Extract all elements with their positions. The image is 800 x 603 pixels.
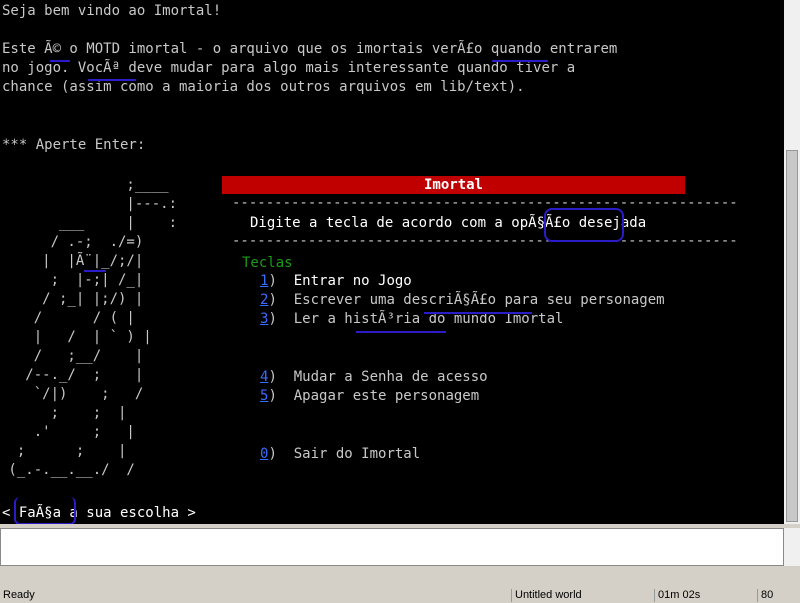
press-enter-line: *** Aperte Enter: xyxy=(2,137,146,153)
menu-label-1: Entrar no Jogo xyxy=(293,273,412,289)
motd-line-1: Este Ã© o MOTD imortal - o arquivo que o… xyxy=(2,41,618,57)
ascii-art-line: / .-; ./=) xyxy=(0,234,144,250)
ascii-art-line: | |Ã¨|_/;/| xyxy=(0,253,144,269)
scrollbar-thumb[interactable] xyxy=(786,150,798,522)
status-ready: Ready xyxy=(3,589,35,601)
ascii-art-line: ; ; | xyxy=(0,405,127,421)
ascii-art-line: `/|) ; / xyxy=(0,386,144,402)
ascii-art-line: / / ( | xyxy=(0,310,135,326)
welcome-line: Seja bem vindo ao Imortal! xyxy=(2,3,222,19)
menu-label-4: Mudar a Senha de acesso xyxy=(293,369,488,385)
menu-key-4[interactable]: 4 xyxy=(260,369,268,385)
menu-key-5[interactable]: 5 xyxy=(260,388,268,404)
status-time: 01m 02s xyxy=(654,589,756,602)
annotation-underline-voce xyxy=(88,79,136,81)
ascii-art-line: / ;__/ | xyxy=(0,348,144,364)
header-bar: Imortal xyxy=(222,176,685,194)
command-input[interactable] xyxy=(0,528,784,566)
ascii-art-line: ; ; | xyxy=(0,443,127,459)
annotation-underline-historia xyxy=(356,331,446,333)
annotation-underline-art xyxy=(84,270,106,272)
menu-key-2[interactable]: 2 xyxy=(260,292,268,308)
menu-key-3[interactable]: 3 xyxy=(260,311,268,327)
ascii-art-line: /--._/ ; | xyxy=(0,367,144,383)
motd-line-2: no jogo. VocÃª deve mudar para algo mais… xyxy=(2,60,576,76)
menu-key-0[interactable]: 0 xyxy=(260,446,268,462)
ascii-art-line: .' ; | xyxy=(0,424,135,440)
terminal-output: Seja bem vindo ao Imortal! Este Ã© o MOT… xyxy=(0,0,784,524)
input-scrollbar[interactable] xyxy=(784,528,800,566)
annotation-underline-verao xyxy=(492,60,548,62)
menu-label-2: Escrever uma descriÃ§Ã£o para seu person… xyxy=(293,292,665,308)
teclas-label: Teclas xyxy=(242,255,293,271)
divider-top: ----------------------------------------… xyxy=(232,196,738,210)
annotation-circle-faca xyxy=(14,497,76,524)
terminal-scrollbar[interactable] xyxy=(784,0,800,524)
motd-line-3: chance (assim como a maioria dos outros … xyxy=(2,79,525,95)
menu-item-2[interactable]: 2) Escrever uma descriÃ§Ã£o para seu per… xyxy=(260,291,665,310)
annotation-underline-descricao xyxy=(424,312,532,314)
annotation-circle-opcao xyxy=(544,208,624,242)
menu-label-0: Sair do Imortal xyxy=(293,446,421,462)
menu-label-5: Apagar este personagem xyxy=(293,388,480,404)
ascii-art-line: ; |-;| /_| xyxy=(0,272,144,288)
menu-item-0[interactable]: 0) Sair do Imortal xyxy=(260,445,420,464)
divider-bottom: ----------------------------------------… xyxy=(232,234,738,248)
ascii-art-line: ___ | : xyxy=(0,215,178,231)
ascii-art-line: / ;_| |;/) | xyxy=(0,291,144,307)
ascii-art-line: |---.: xyxy=(0,196,178,212)
menu-item-1[interactable]: 1) Entrar no Jogo xyxy=(260,272,412,291)
status-bar: Ready Untitled world 01m 02s 80 xyxy=(0,588,800,603)
annotation-underline-e xyxy=(50,60,70,62)
menu-item-5[interactable]: 5) Apagar este personagem xyxy=(260,387,479,406)
horizontal-scrollbar[interactable] xyxy=(0,566,800,588)
ascii-art-line: | / | ` ) | xyxy=(0,329,152,345)
status-cols: 80 xyxy=(757,589,800,602)
menu-key-1[interactable]: 1 xyxy=(260,273,268,289)
status-world: Untitled world xyxy=(511,589,653,602)
ascii-art-line: ;____ xyxy=(0,177,169,193)
ascii-art-line: (_.-.__.__./ / xyxy=(0,462,135,478)
menu-item-4[interactable]: 4) Mudar a Senha de acesso xyxy=(260,368,488,387)
